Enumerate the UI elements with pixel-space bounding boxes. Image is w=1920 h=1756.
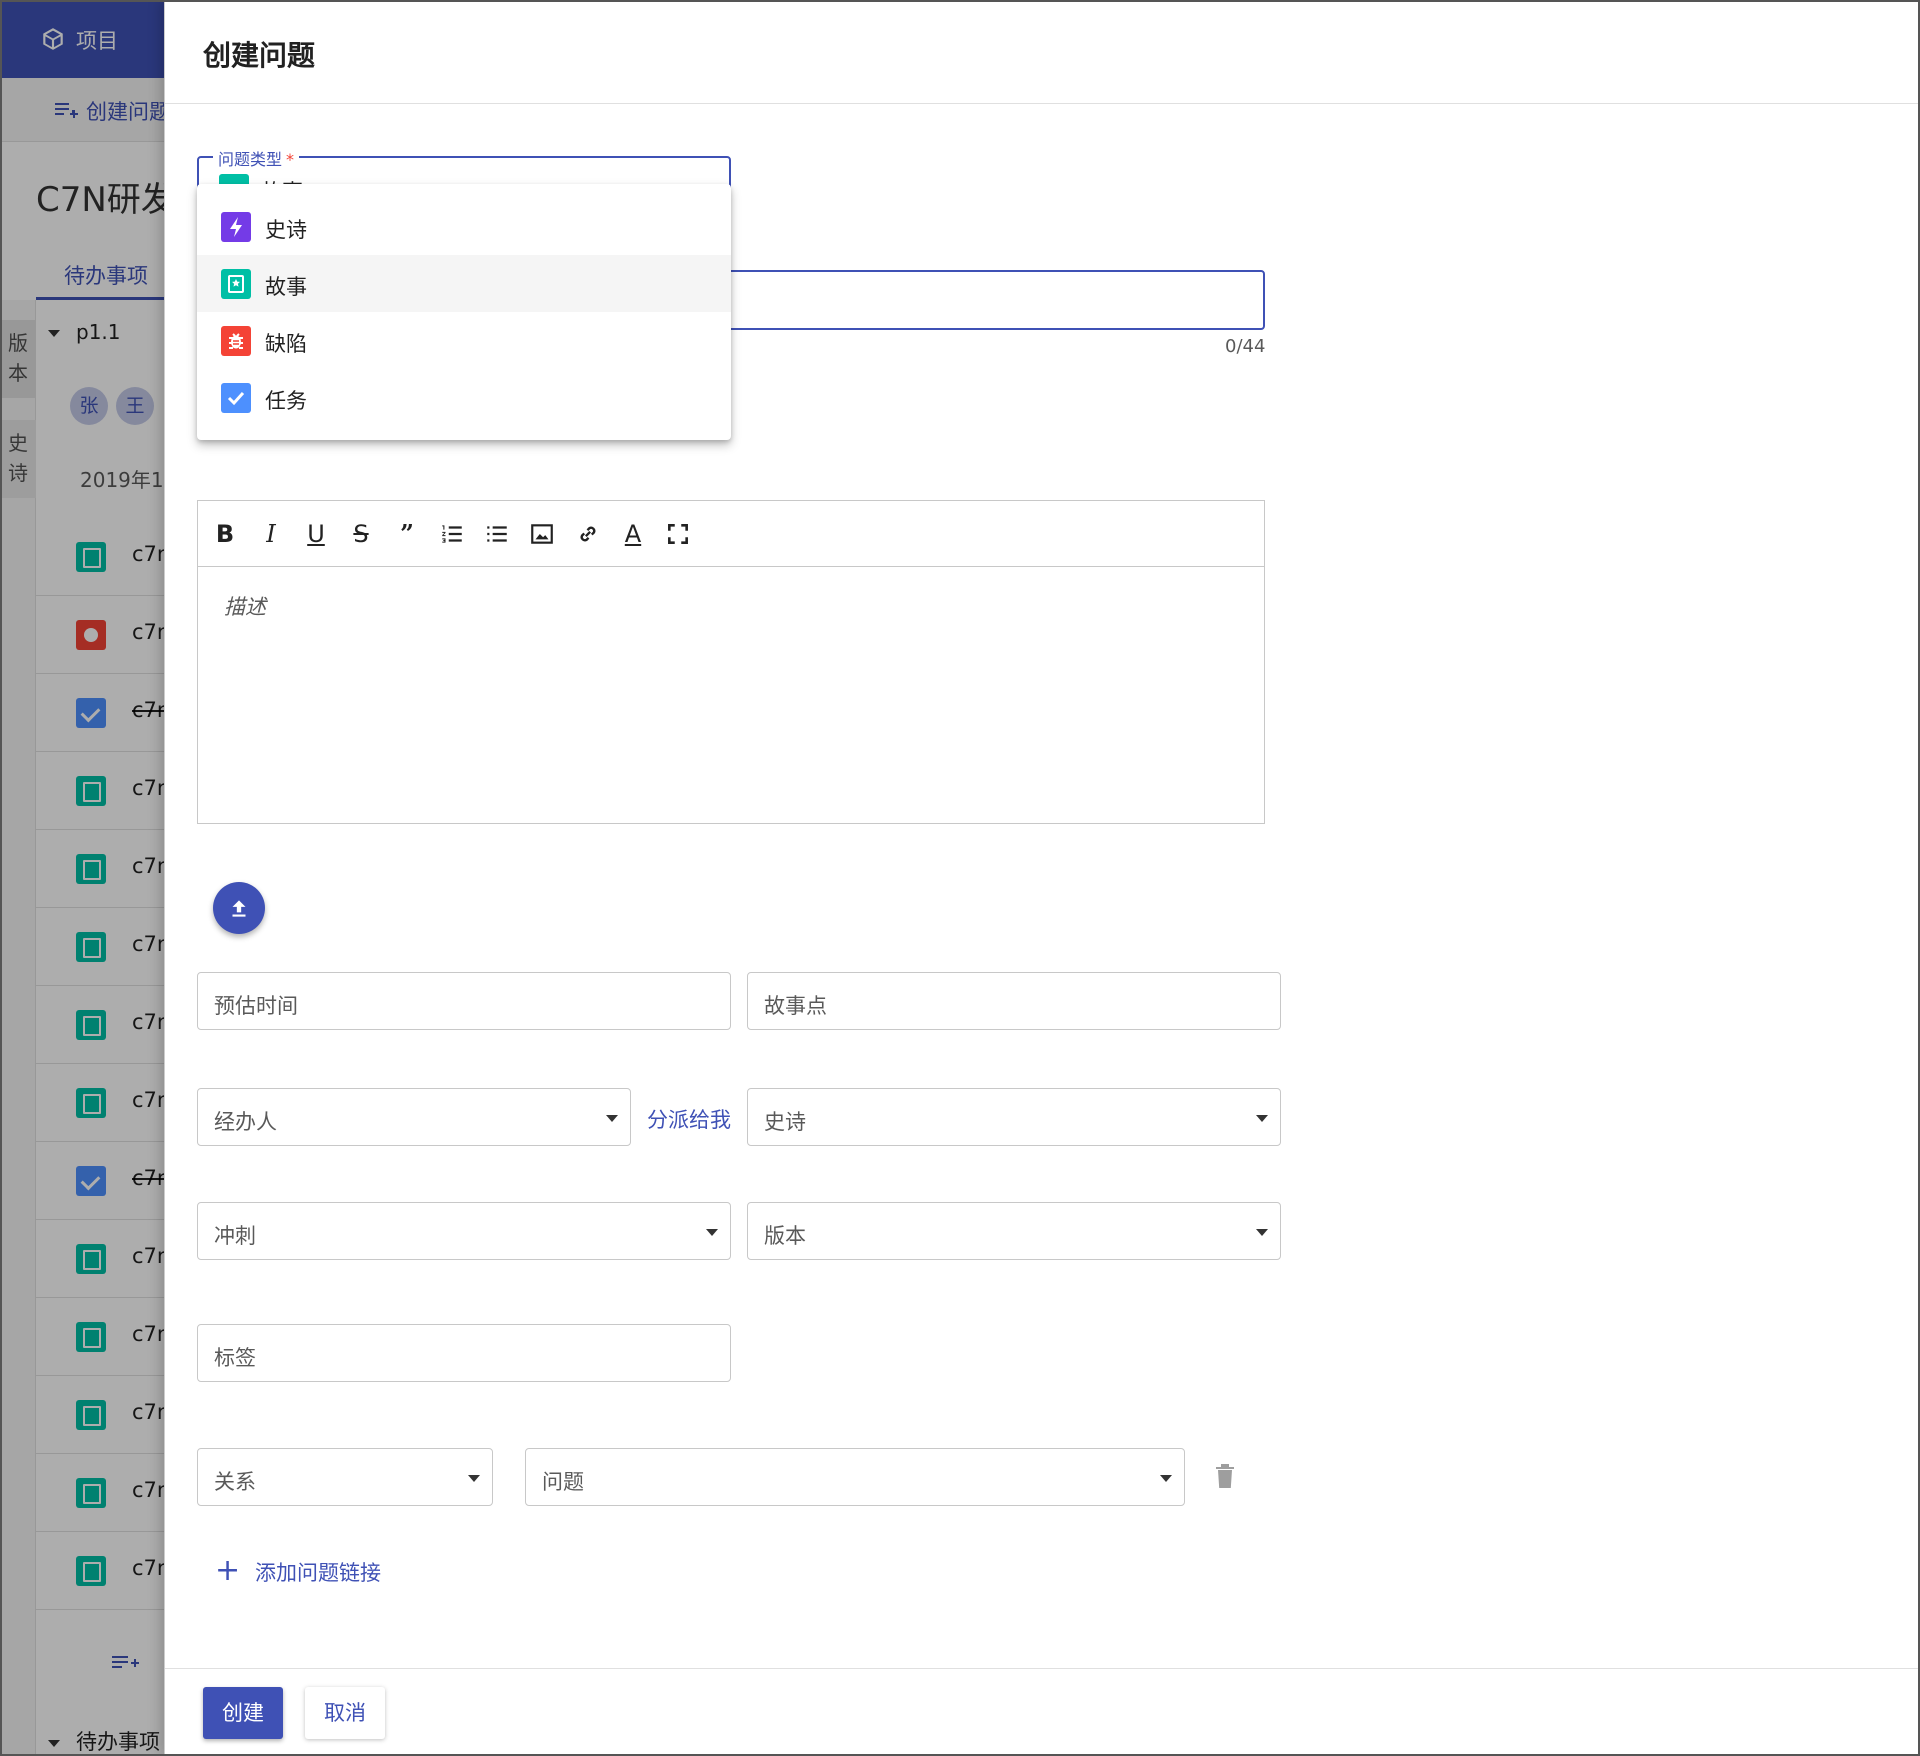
quote-icon[interactable]: ” <box>390 517 424 551</box>
chevron-down-icon[interactable] <box>468 1475 480 1482</box>
issue-type-label: 问题类型 * <box>213 146 300 170</box>
label-placeholder: 标签 <box>214 1346 256 1370</box>
chevron-down-icon[interactable] <box>706 1229 718 1236</box>
chevron-down-icon[interactable] <box>1160 1475 1172 1482</box>
create-issue-dialog: 创建问题 问题类型* 故事 0/44 史诗 故事 缺陷 任务 B <box>164 0 1920 1756</box>
issue-type-option-label: 史诗 <box>265 218 307 242</box>
version-select[interactable]: 版本 <box>747 1202 1281 1260</box>
story-icon <box>221 269 251 299</box>
underline-icon[interactable]: U <box>299 517 333 551</box>
issue-type-menu: 史诗 故事 缺陷 任务 <box>197 184 731 440</box>
story-points-placeholder: 故事点 <box>764 994 827 1018</box>
bug-icon <box>221 326 251 356</box>
estimate-time-input[interactable]: 预估时间 <box>197 972 731 1030</box>
estimate-time-placeholder: 预估时间 <box>214 994 298 1018</box>
dialog-footer: 创建 取消 <box>165 1668 1920 1756</box>
label-input[interactable]: 标签 <box>197 1324 731 1382</box>
strikethrough-icon[interactable]: S <box>344 517 378 551</box>
epic-placeholder: 史诗 <box>764 1110 806 1134</box>
epic-icon <box>221 212 251 242</box>
linked-issue-select[interactable]: 问题 <box>525 1448 1185 1506</box>
description-placeholder: 描述 <box>224 595 266 619</box>
assignee-select[interactable]: 经办人 <box>197 1088 631 1146</box>
epic-select[interactable]: 史诗 <box>747 1088 1281 1146</box>
issue-type-label-text: 问题类型 <box>218 150 283 169</box>
italic-icon[interactable]: I <box>254 517 288 551</box>
issue-type-option-task[interactable]: 任务 <box>197 369 731 426</box>
issue-type-option-label: 任务 <box>265 389 307 413</box>
modal-backdrop[interactable] <box>0 0 170 1756</box>
link-icon[interactable] <box>571 517 605 551</box>
issue-type-option-bug[interactable]: 缺陷 <box>197 312 731 369</box>
assignee-placeholder: 经办人 <box>214 1110 277 1134</box>
create-button[interactable]: 创建 <box>203 1687 283 1739</box>
plus-icon: + <box>215 1553 241 1588</box>
ordered-list-icon[interactable] <box>435 517 469 551</box>
relation-select[interactable]: 关系 <box>197 1448 493 1506</box>
sprint-placeholder: 冲刺 <box>214 1224 256 1248</box>
version-placeholder: 版本 <box>764 1224 806 1248</box>
sprint-select[interactable]: 冲刺 <box>197 1202 731 1260</box>
chevron-down-icon[interactable] <box>1256 1115 1268 1122</box>
font-color-icon[interactable]: A <box>616 517 650 551</box>
linked-issue-placeholder: 问题 <box>542 1470 584 1494</box>
issue-type-option-epic[interactable]: 史诗 <box>197 198 731 255</box>
description-editor[interactable]: B I U S ” A 描述 <box>197 500 1265 824</box>
issue-type-option-label: 缺陷 <box>265 332 307 356</box>
upload-attachment-button[interactable] <box>213 882 265 934</box>
chevron-down-icon[interactable] <box>1256 1229 1268 1236</box>
relation-placeholder: 关系 <box>214 1470 256 1494</box>
fullscreen-icon[interactable] <box>661 517 695 551</box>
editor-toolbar: B I U S ” A <box>198 501 1264 567</box>
dialog-header: 创建问题 <box>165 0 1920 104</box>
bold-icon[interactable]: B <box>208 517 242 551</box>
chevron-down-icon[interactable] <box>606 1115 618 1122</box>
assign-to-me-button[interactable]: 分派给我 <box>647 1104 731 1134</box>
summary-char-counter: 0/44 <box>1225 336 1266 357</box>
dialog-title: 创建问题 <box>203 39 316 72</box>
add-issue-link-label: 添加问题链接 <box>255 1561 381 1585</box>
required-mark: * <box>286 150 295 169</box>
bullet-list-icon[interactable] <box>480 517 514 551</box>
issue-type-option-story[interactable]: 故事 <box>197 255 731 312</box>
story-points-input[interactable]: 故事点 <box>747 972 1281 1030</box>
issue-type-option-label: 故事 <box>265 275 307 299</box>
task-icon <box>221 383 251 413</box>
delete-icon[interactable] <box>1213 1462 1237 1490</box>
cancel-button[interactable]: 取消 <box>305 1687 385 1739</box>
upload-icon <box>232 900 246 917</box>
image-icon[interactable] <box>525 517 559 551</box>
